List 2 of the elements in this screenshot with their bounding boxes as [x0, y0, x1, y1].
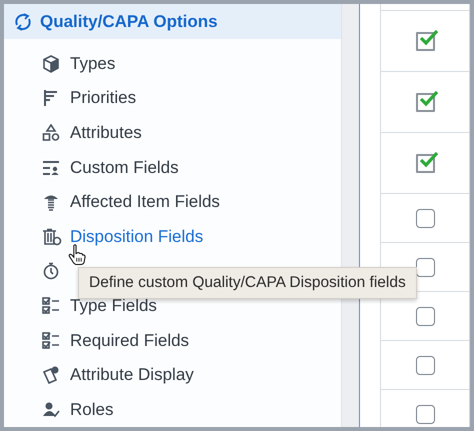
tooltip: Define custom Quality/CAPA Disposition fields: [78, 267, 417, 299]
header-label: Quality/CAPA Options: [40, 12, 218, 32]
